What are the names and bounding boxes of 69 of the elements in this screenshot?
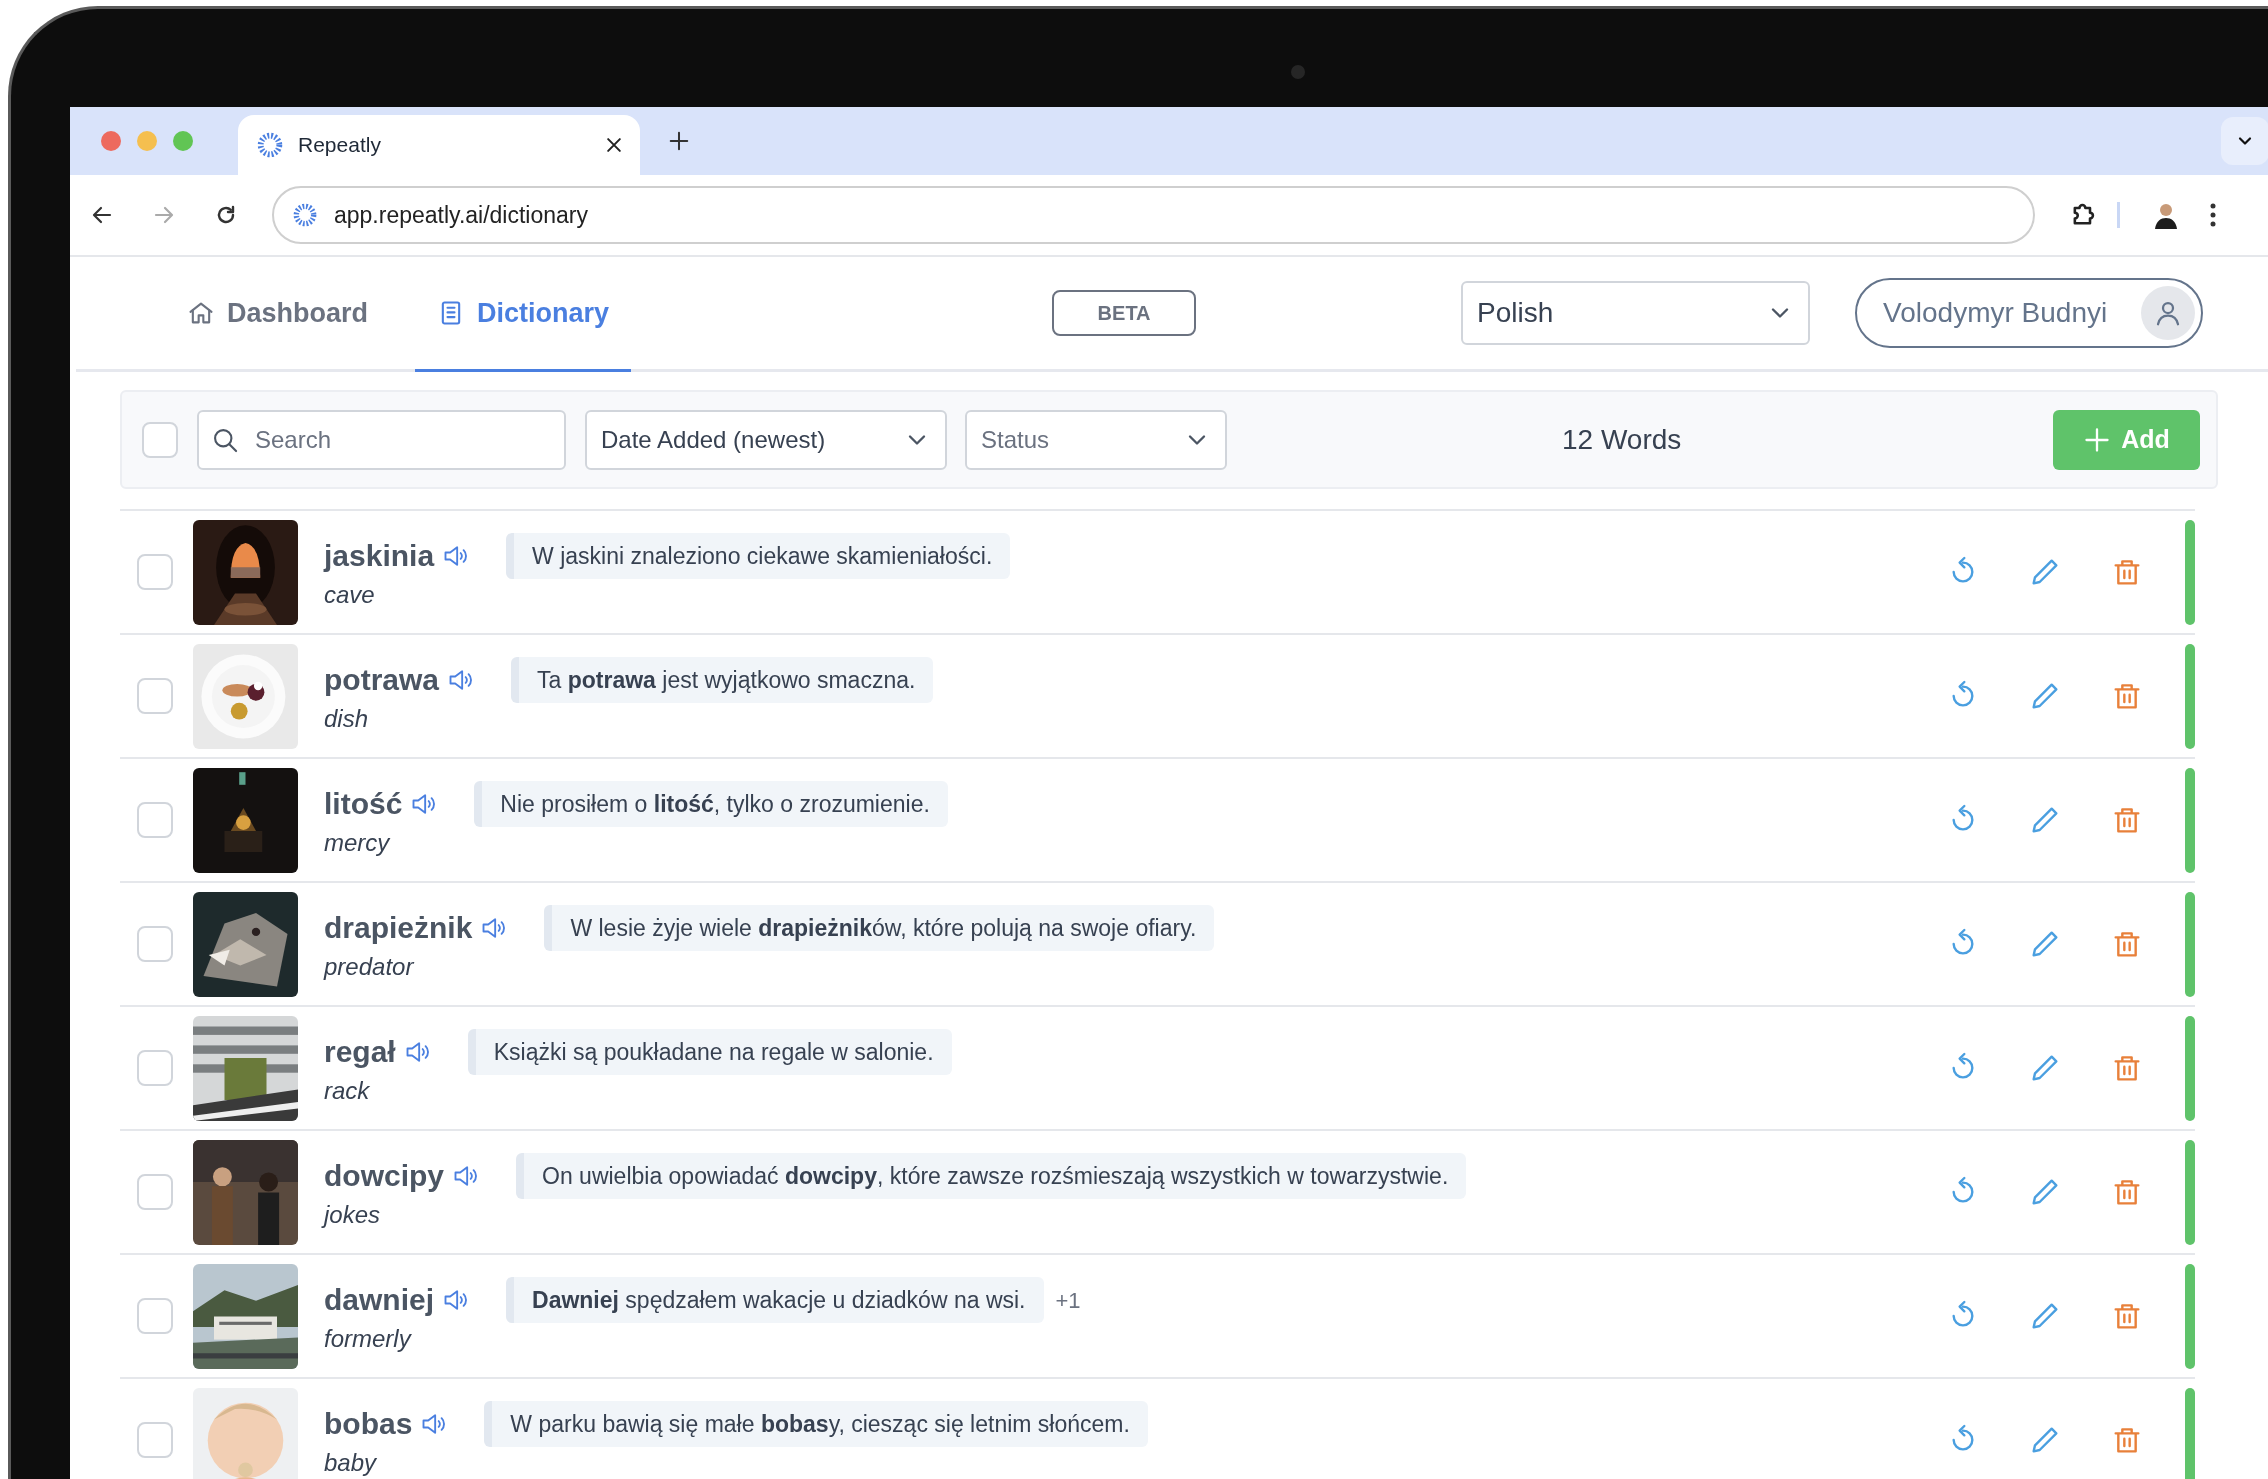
checkbox[interactable]: [142, 421, 178, 458]
new-tab-button[interactable]: [668, 130, 690, 152]
edit-button[interactable]: [2029, 1176, 2061, 1208]
edit-button[interactable]: [2029, 680, 2061, 712]
pencil-icon: [2029, 680, 2061, 712]
nav-tab[interactable]: Dashboard: [165, 257, 391, 372]
translation-text: cave: [324, 580, 376, 611]
plus-icon: [668, 130, 690, 152]
translation-text: rack: [324, 1076, 371, 1107]
pencil-icon: [2029, 1052, 2061, 1084]
word-text: bobas: [324, 1406, 413, 1442]
logo-icon: [292, 202, 318, 228]
translation-text: baby: [324, 1448, 378, 1479]
beta-badge: BETA: [1052, 290, 1197, 336]
sort-select[interactable]: Date Added (newest): [585, 409, 947, 470]
word-text: jaskinia: [324, 538, 435, 574]
translation-text: mercy: [324, 828, 392, 859]
browser-tab[interactable]: Repeatly: [238, 115, 640, 175]
address-field[interactable]: app.repeatly.ai/dictionary: [272, 186, 2035, 244]
translation-text: dish: [324, 704, 370, 735]
example-sentence: W jaskini znaleziono ciekawe skamieniałości.: [506, 532, 1011, 580]
close-icon: [604, 135, 624, 155]
translation-text: formerly: [324, 1324, 413, 1355]
pencil-icon: [2029, 1176, 2061, 1208]
word-text: drapieżnik: [324, 910, 473, 946]
pencil-icon: [2029, 1424, 2061, 1456]
example-sentence: W parku bawią się małe bobasy, ciesząc się letnim słońcem.: [484, 1400, 1148, 1448]
checkbox[interactable]: [137, 802, 173, 838]
pencil-icon: [2029, 556, 2061, 588]
checkbox[interactable]: [137, 1050, 173, 1086]
checkbox[interactable]: [137, 1422, 173, 1458]
translation-text: predator: [324, 952, 416, 983]
example-sentence: Książki są poukładane na regale w salonie.: [467, 1028, 952, 1076]
user-menu-button[interactable]: Volodymyr Budnyi: [1855, 278, 2204, 348]
example-sentence: Dawniej spędzałem wakacje u dziadków na wsi.: [506, 1276, 1044, 1324]
search-field[interactable]: Search: [197, 409, 566, 470]
checkbox[interactable]: [137, 678, 173, 714]
more-menu-icon[interactable]: [2210, 203, 2216, 227]
word-text: regał: [324, 1034, 396, 1070]
edit-button[interactable]: [2029, 804, 2061, 836]
pencil-icon: [2029, 804, 2061, 836]
logo-icon: [256, 131, 284, 159]
word-text: litość: [324, 786, 403, 822]
language-select[interactable]: Polish: [1461, 281, 1811, 345]
checkbox[interactable]: [137, 926, 173, 962]
edit-button[interactable]: [2029, 1300, 2061, 1332]
edit-button[interactable]: [2029, 928, 2061, 960]
word-text: dowcipy: [324, 1158, 444, 1194]
edit-button[interactable]: [2029, 1424, 2061, 1456]
example-sentence: Ta potrawa jest wyjątkowo smaczna.: [511, 656, 934, 704]
edit-button[interactable]: [2029, 1052, 2061, 1084]
status-select[interactable]: Status: [965, 409, 1227, 470]
pencil-icon: [2029, 1300, 2061, 1332]
word-text: potrawa: [324, 662, 440, 698]
tab-title: Repeatly: [298, 132, 381, 159]
checkbox[interactable]: [137, 1174, 173, 1210]
pencil-icon: [2029, 928, 2061, 960]
checkbox[interactable]: [137, 554, 173, 590]
word-text: dawniej: [324, 1282, 435, 1318]
url-text: app.repeatly.ai/dictionary: [334, 200, 588, 230]
example-sentence: W lesie żyje wiele drapieżników, które polują na swoje ofiary.: [544, 904, 1215, 952]
example-sentence: On uwielbia opowiadać dowcipy, które zawsze rozśmieszają wszystkich w towarzystwie.: [516, 1152, 1467, 1200]
nav-tab[interactable]: Dictionary: [415, 257, 632, 372]
example-sentence: Nie prosiłem o litość, tylko o zrozumienie.: [474, 780, 948, 828]
word-count: 12 Words: [1562, 422, 1682, 457]
checkbox[interactable]: [137, 1298, 173, 1334]
edit-button[interactable]: [2029, 556, 2061, 588]
tab-list-button[interactable]: [2221, 117, 2268, 165]
more-examples-count[interactable]: +1: [1055, 1283, 1081, 1317]
